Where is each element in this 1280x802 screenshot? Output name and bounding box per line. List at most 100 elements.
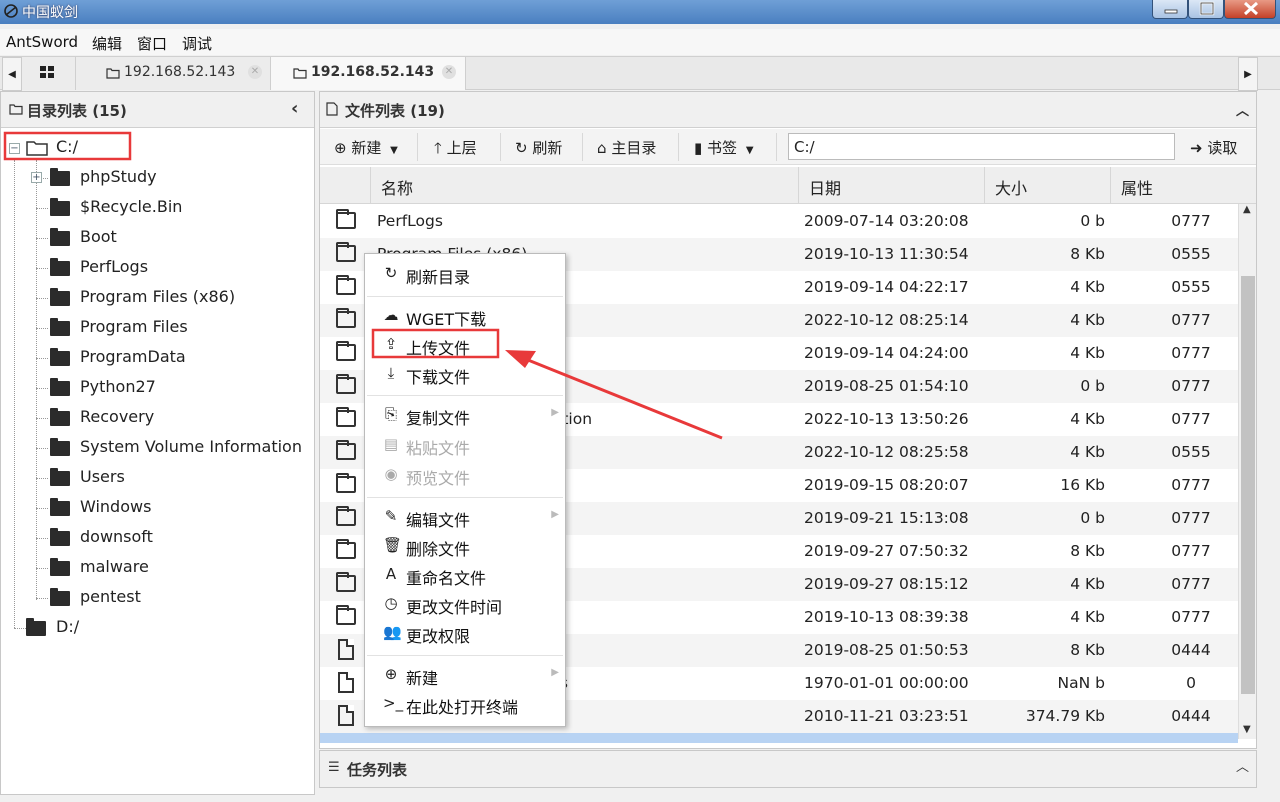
tab-scroll-right[interactable]: ▶ (1238, 57, 1258, 91)
folder-icon (336, 275, 356, 295)
tree-item-13[interactable]: malware (50, 556, 310, 584)
tree-item-label: Boot (80, 227, 117, 246)
menu-item-cloud-download[interactable]: ☁ WGET下载 (365, 302, 565, 330)
chevron-up-icon[interactable]: ︿ (1236, 100, 1249, 119)
menu-debug[interactable]: 调试 (182, 33, 212, 54)
menu-item-clock[interactable]: ◷ 更改文件时间 (365, 590, 565, 618)
menu-item-plus-circle[interactable]: ⊕ 新建 ▶ (365, 661, 565, 689)
menu-item-paste[interactable]: ▤ 粘贴文件 (365, 431, 565, 459)
tab-close-icon[interactable]: ✕ (248, 65, 262, 79)
menu-item-trash[interactable]: 🗑 删除文件 (365, 532, 565, 560)
arrow-up-icon: 🡑 (434, 139, 442, 157)
tree-item-1[interactable]: $Recycle.Bin (50, 196, 310, 224)
cell-attr: 0777 (1171, 509, 1211, 527)
tree-item-2[interactable]: Boot (50, 226, 310, 254)
menu-item-upload[interactable]: ⇪ 上传文件 (365, 331, 565, 359)
folder-icon (106, 68, 120, 79)
tree-item-root2[interactable]: D:/ (26, 616, 126, 644)
menu-item-label: WGET下载 (406, 310, 487, 329)
new-button[interactable]: ⊕ 新建 ▼ (334, 137, 398, 158)
menu-item-download[interactable]: ⤓ 下载文件 (365, 360, 565, 388)
cell-date: 2019-08-25 01:54:10 (804, 377, 969, 395)
tree-item-7[interactable]: Python27 (50, 376, 310, 404)
menu-item-refresh[interactable]: ↻ 刷新目录 (365, 260, 565, 288)
menu-item-font[interactable]: A 重命名文件 (365, 561, 565, 589)
tree-item-0[interactable]: phpStudy (50, 166, 310, 194)
expand-toggle-icon[interactable]: + (31, 172, 42, 183)
eye-icon: ◉ (384, 465, 398, 483)
tree-item-root[interactable]: C:/ (26, 136, 126, 164)
terminal-icon: >_ (383, 694, 404, 712)
home-button[interactable]: ⌂ 主目录 (597, 137, 656, 158)
tree-item-14[interactable]: pentest (50, 586, 310, 614)
table-row[interactable]: PerfLogs 2009-07-14 03:20:08 0 b 0777 (320, 205, 1238, 238)
tree-guide (36, 328, 48, 329)
title-bar: 中国蚁剑 (0, 0, 1280, 24)
minimize-button[interactable] (1152, 0, 1188, 19)
refresh-button[interactable]: ↻ 刷新 (515, 137, 562, 158)
refresh-icon: ↻ (515, 139, 528, 157)
list-icon: ☰ (328, 760, 340, 775)
menu-antsword[interactable]: AntSword (6, 33, 78, 51)
tree-item-11[interactable]: Windows (50, 496, 310, 524)
menu-item-terminal[interactable]: >_ 在此处打开终端 (365, 690, 565, 718)
vertical-scrollbar[interactable]: ▲ ▼ (1238, 204, 1256, 739)
up-button[interactable]: 🡑 上层 (434, 137, 477, 163)
refresh-icon: ↻ (384, 264, 398, 282)
tree-item-9[interactable]: System Volume Information (50, 436, 310, 464)
collapse-toggle-icon[interactable]: − (9, 143, 20, 154)
menu-item-label: 重命名文件 (406, 569, 487, 588)
menu-item-edit[interactable]: ✎ 编辑文件 ▶ (365, 503, 565, 531)
directory-panel: 目录列表 (15) ‹ − C:/ + phpStudy $Recycle.Bin Boo… (0, 91, 315, 795)
scroll-down-icon[interactable]: ▼ (1243, 724, 1251, 735)
bookmark-button[interactable]: ▮ 书签 ▼ (694, 137, 754, 158)
cell-attr: 0777 (1171, 476, 1211, 494)
column-attr[interactable]: 属性 (1110, 167, 1236, 204)
maximize-button[interactable] (1188, 0, 1224, 19)
read-button[interactable]: ➜ 读取 (1190, 137, 1237, 158)
toolbar-separator (582, 133, 583, 161)
menu-item-label: 删除文件 (406, 540, 471, 559)
tree-item-12[interactable]: downsoft (50, 526, 310, 554)
column-name[interactable]: 名称 (370, 167, 798, 204)
path-input[interactable] (788, 133, 1175, 160)
chevron-up-icon[interactable]: ︿ (1236, 756, 1249, 775)
tab-home[interactable] (22, 57, 76, 90)
cell-attr: 0777 (1171, 377, 1211, 395)
cell-attr: 0777 (1171, 344, 1211, 362)
folder-icon (336, 209, 356, 229)
tree-item-label: Users (80, 467, 125, 486)
scrollbar-thumb[interactable] (1241, 276, 1255, 694)
column-date[interactable]: 日期 (798, 167, 984, 204)
folder-icon (50, 318, 70, 336)
menu-window[interactable]: 窗口 (137, 33, 167, 54)
collapse-icon[interactable]: ‹ (291, 98, 298, 119)
cell-date: 1970-01-01 00:00:00 (804, 674, 969, 692)
cell-date: 2019-09-15 08:20:07 (804, 476, 969, 494)
tree-item-6[interactable]: ProgramData (50, 346, 310, 374)
cell-size: NaN b (1057, 674, 1105, 692)
tree-item-5[interactable]: Program Files (50, 316, 310, 344)
tab-shell-2[interactable]: 192.168.52.143 ✕ (271, 57, 466, 90)
column-size[interactable]: 大小 (984, 167, 1110, 204)
tree-item-8[interactable]: Recovery (50, 406, 310, 434)
file-grid-header: 名称 日期 大小 属性 (320, 167, 1256, 204)
tab-scroll-left[interactable]: ◀ (2, 57, 22, 91)
folder-icon (336, 440, 356, 460)
close-button[interactable] (1224, 0, 1276, 19)
cell-attr: 0555 (1171, 278, 1211, 296)
menu-item-copy[interactable]: ⎘ 复制文件 ▶ (365, 401, 565, 429)
tab-close-icon[interactable]: ✕ (442, 65, 456, 79)
tree-item-10[interactable]: Users (50, 466, 310, 494)
menu-item-users[interactable]: 👥 更改权限 (365, 619, 565, 647)
scroll-up-icon[interactable]: ▲ (1243, 204, 1251, 215)
tree-item-3[interactable]: PerfLogs (50, 256, 310, 284)
tab-shell-1[interactable]: 192.168.52.143 ✕ (76, 57, 271, 90)
tree-item-4[interactable]: Program Files (x86) (50, 286, 310, 314)
menu-item-label: 下载文件 (406, 368, 471, 387)
task-panel: ☰ 任务列表 ︿ (319, 750, 1257, 788)
tree-item-label: Program Files (x86) (80, 287, 236, 306)
menu-edit[interactable]: 编辑 (92, 33, 122, 54)
font-icon: A (385, 565, 397, 583)
menu-item-eye[interactable]: ◉ 预览文件 (365, 461, 565, 489)
